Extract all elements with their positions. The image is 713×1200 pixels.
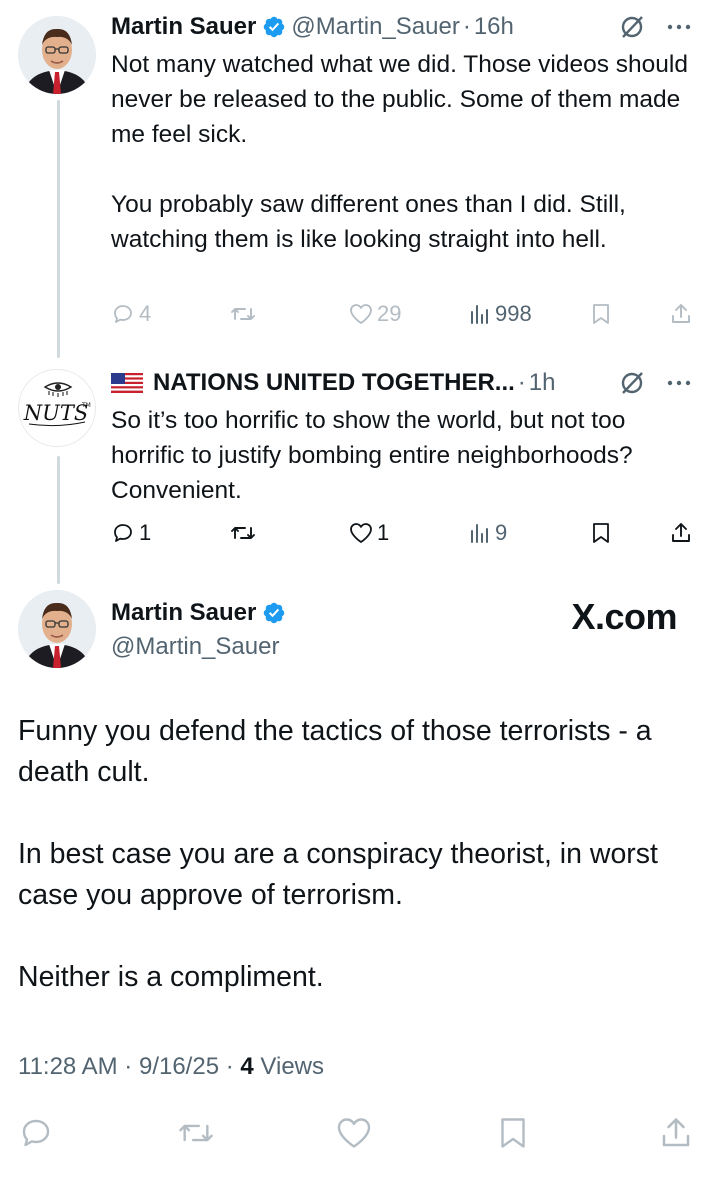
views-label: Views bbox=[260, 1053, 325, 1080]
main-post-author: Martin Sauer @Martin_Sauer bbox=[111, 595, 291, 661]
repost-icon bbox=[231, 308, 255, 320]
post-actions: 1 1 9 bbox=[111, 513, 701, 553]
like-count: 1 bbox=[377, 520, 390, 545]
share-button[interactable] bbox=[669, 513, 693, 553]
post-timestamp: 11:28 AM · 9/16/25 · 4 Views bbox=[18, 1053, 325, 1080]
author-name[interactable]: NATIONS UNITED TOGETHER... bbox=[153, 369, 515, 397]
post-header: NATIONS UNITED TOGETHER... · 1h bbox=[111, 363, 691, 403]
reply-icon bbox=[114, 305, 132, 323]
repost-button[interactable] bbox=[229, 294, 257, 334]
post-header: Martin Sauer @Martin_Sauer · 16h bbox=[111, 7, 691, 47]
bookmark-button[interactable] bbox=[591, 513, 611, 553]
main-post-text: Funny you defend the tactics of those te… bbox=[18, 715, 658, 993]
repost-icon bbox=[231, 527, 255, 539]
avatar-martin-sauer[interactable] bbox=[18, 16, 96, 94]
post-time[interactable]: 1h bbox=[529, 369, 556, 397]
avatar-tm: TM bbox=[81, 402, 91, 409]
heart-icon bbox=[337, 1118, 371, 1148]
reply-icon bbox=[22, 1119, 50, 1147]
post-time[interactable]: 11:28 AM bbox=[18, 1053, 118, 1080]
thread-line bbox=[57, 456, 60, 584]
repost-button[interactable] bbox=[176, 1112, 216, 1154]
reply-icon bbox=[114, 524, 132, 542]
verified-badge-icon bbox=[262, 15, 286, 39]
grok-icon[interactable] bbox=[619, 370, 645, 396]
like-button[interactable] bbox=[336, 1112, 372, 1154]
post-text: Not many watched what we did. Those vide… bbox=[111, 51, 688, 253]
post-date[interactable]: 9/16/25 bbox=[139, 1053, 219, 1080]
post-text: So it’s too horrific to show the world, … bbox=[111, 407, 640, 504]
thread-line bbox=[57, 100, 60, 358]
share-button[interactable] bbox=[669, 294, 693, 334]
heart-icon bbox=[350, 523, 372, 543]
reply-button[interactable] bbox=[18, 1112, 54, 1154]
share-button[interactable] bbox=[658, 1112, 694, 1154]
like-count: 29 bbox=[377, 301, 402, 326]
avatar-logo-text: NUTS bbox=[23, 401, 88, 425]
repost-icon bbox=[179, 1124, 213, 1142]
bookmark-button[interactable] bbox=[498, 1112, 528, 1154]
us-flag-icon bbox=[111, 373, 143, 393]
share-icon bbox=[672, 523, 690, 542]
views-chart-icon bbox=[471, 305, 488, 324]
avatar-martin-sauer[interactable] bbox=[18, 590, 96, 668]
views-chart-icon bbox=[471, 524, 488, 543]
author-handle[interactable]: @Martin_Sauer bbox=[291, 13, 459, 41]
post-actions: 4 29 998 bbox=[111, 294, 701, 334]
verified-badge-icon bbox=[262, 601, 286, 625]
views-count: 9 bbox=[495, 520, 508, 545]
like-button[interactable]: 1 bbox=[349, 513, 389, 553]
views-count: 4 bbox=[240, 1053, 254, 1080]
share-icon bbox=[662, 1118, 690, 1147]
author-name[interactable]: Martin Sauer bbox=[111, 13, 256, 41]
author-handle[interactable]: @Martin_Sauer bbox=[111, 633, 291, 661]
views-button[interactable]: 9 bbox=[469, 513, 507, 553]
reply-post-2[interactable]: NATIONS UNITED TOGETHER... · 1h So it’s … bbox=[111, 363, 691, 508]
author-name[interactable]: Martin Sauer bbox=[111, 599, 256, 627]
reply-post-1[interactable]: Martin Sauer @Martin_Sauer · 16h Not man… bbox=[111, 7, 691, 257]
grok-icon[interactable] bbox=[619, 14, 645, 40]
reply-count: 4 bbox=[139, 301, 152, 326]
reply-button[interactable]: 1 bbox=[111, 513, 151, 553]
reply-button[interactable]: 4 bbox=[111, 294, 151, 334]
bookmark-icon bbox=[593, 523, 609, 543]
avatar-nations-united-together[interactable]: NUTS TM bbox=[18, 369, 96, 447]
repost-button[interactable] bbox=[229, 513, 257, 553]
post-time[interactable]: 16h bbox=[474, 13, 514, 41]
more-dots-icon[interactable] bbox=[667, 23, 691, 31]
heart-icon bbox=[350, 304, 372, 324]
views-count: 998 bbox=[495, 301, 532, 326]
bookmark-icon bbox=[593, 304, 609, 324]
share-icon bbox=[672, 304, 690, 323]
more-dots-icon[interactable] bbox=[667, 379, 691, 387]
views-button[interactable]: 998 bbox=[469, 294, 532, 334]
like-button[interactable]: 29 bbox=[349, 294, 401, 334]
bookmark-icon bbox=[501, 1118, 525, 1148]
reply-count: 1 bbox=[139, 520, 152, 545]
main-post-actions bbox=[18, 1112, 695, 1154]
bookmark-button[interactable] bbox=[591, 294, 611, 334]
xcom-watermark: X.com bbox=[571, 596, 677, 637]
